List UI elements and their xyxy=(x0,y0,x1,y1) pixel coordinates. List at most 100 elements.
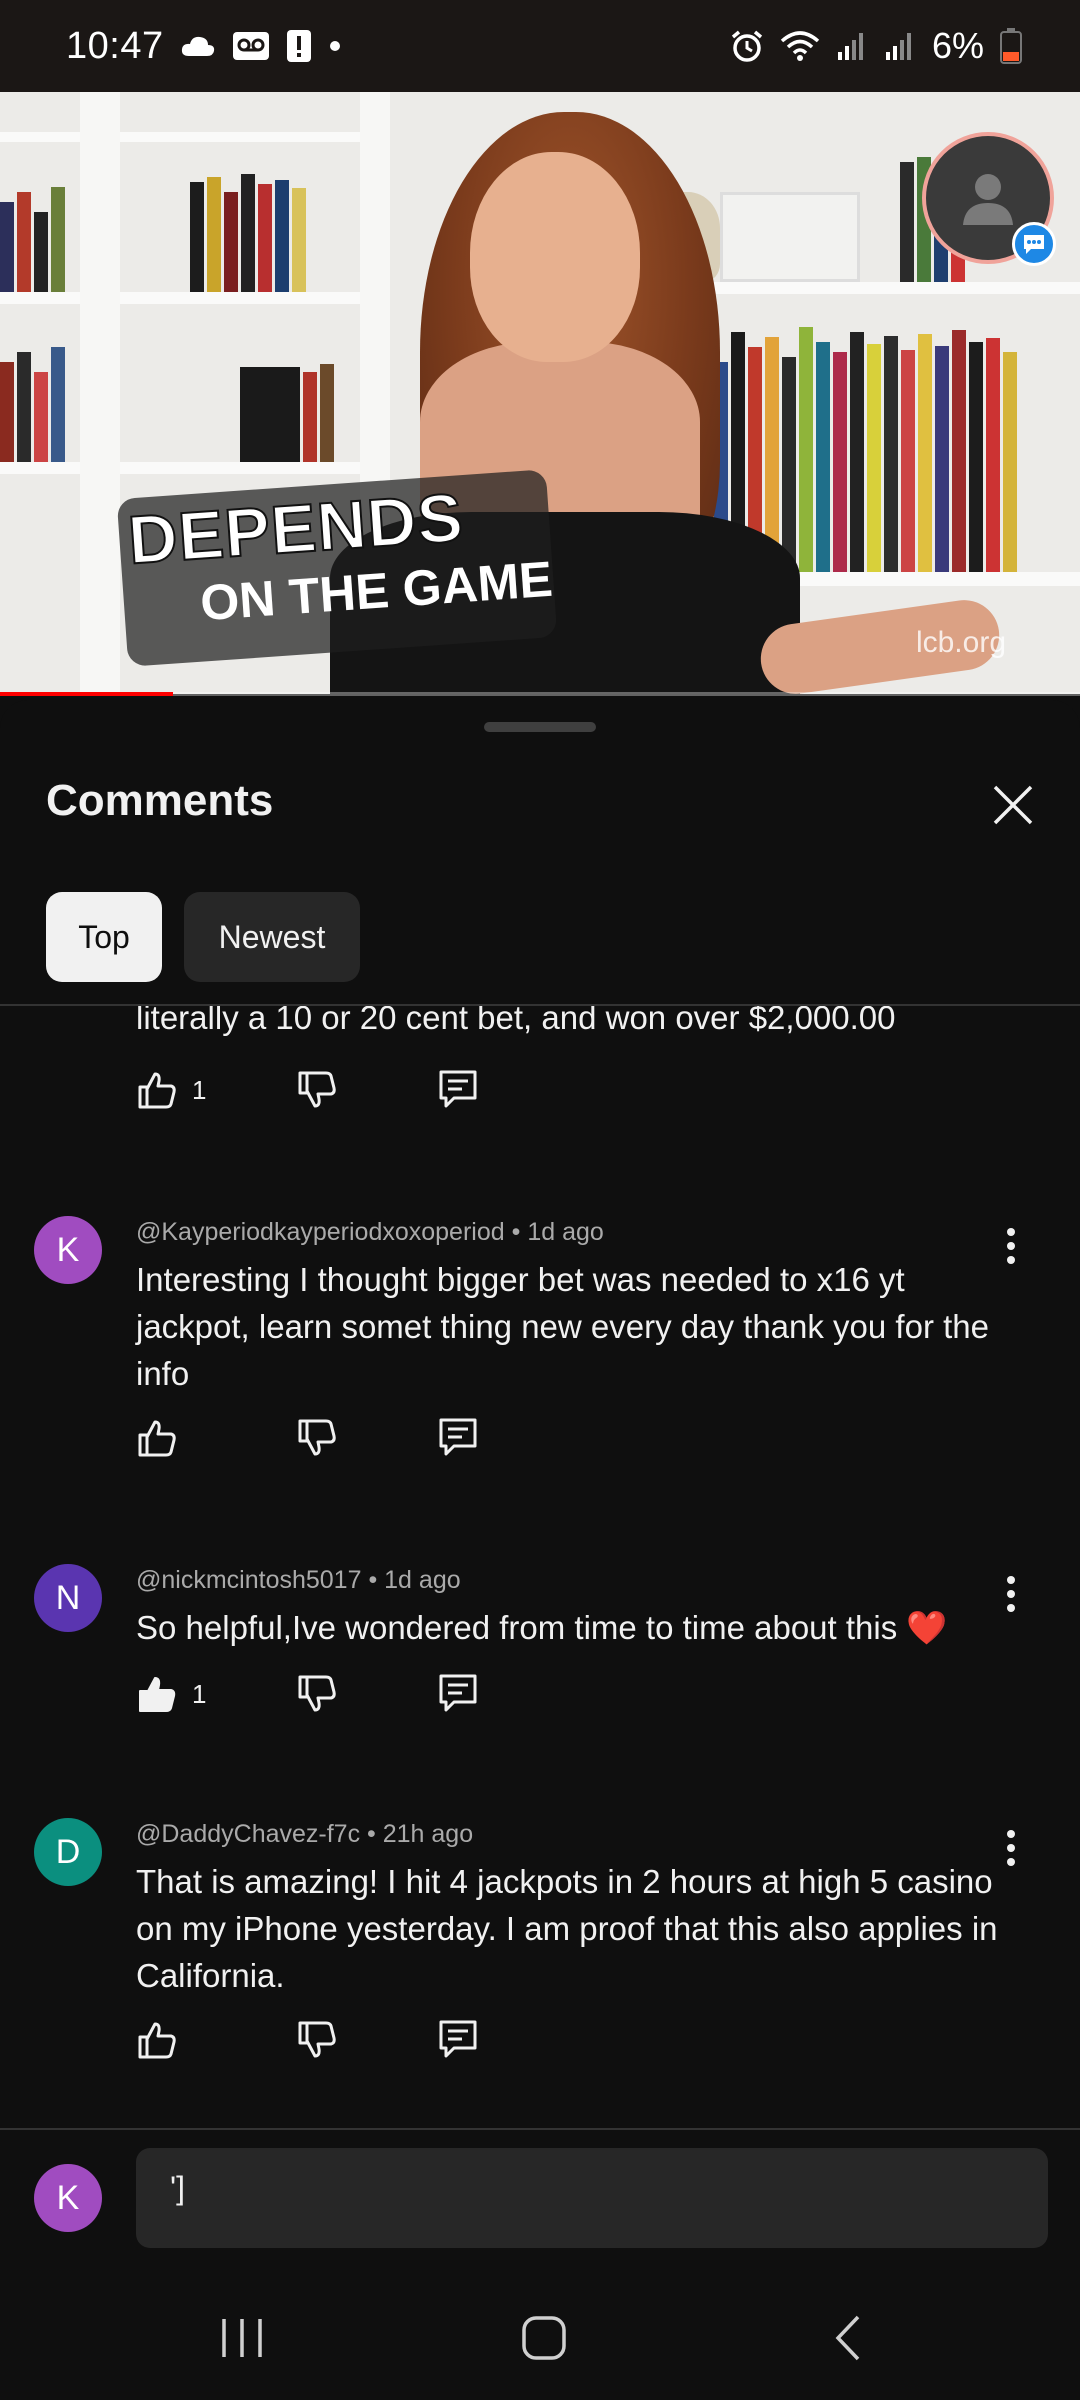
comment-item: N @nickmcintosh5017 • 1d ago So helpful,… xyxy=(0,1564,1080,1764)
battery-percent: 6% xyxy=(931,25,984,66)
comment-input-value: '] xyxy=(170,2170,185,2206)
comment-item: D @DaddyChavez-f7c • 21h ago That is ama… xyxy=(0,1818,1080,2118)
reply-button[interactable] xyxy=(438,2019,498,2061)
shelf-board xyxy=(0,132,380,142)
commenter-avatar[interactable]: N xyxy=(34,1564,102,1632)
back-icon xyxy=(835,2315,860,2361)
alarm-icon xyxy=(730,29,764,63)
comment-text: So helpful,Ive wondered from time to tim… xyxy=(136,1609,948,1646)
books xyxy=(0,182,65,292)
voicemail-icon xyxy=(232,31,270,61)
video-progress-bar[interactable] xyxy=(0,692,1080,696)
dislike-button[interactable] xyxy=(296,2019,438,2061)
avatar-letter: K xyxy=(56,2178,80,2217)
thumbs-up-filled-icon xyxy=(139,1677,176,1712)
status-time: 10:47 xyxy=(66,24,164,67)
reply-icon xyxy=(439,1674,477,1712)
recents-button[interactable] xyxy=(192,2306,292,2370)
alert-icon xyxy=(286,29,312,63)
thumbs-up-icon xyxy=(138,1072,176,1109)
wifi-icon xyxy=(780,30,820,62)
comment-actions xyxy=(136,2010,498,2070)
reply-icon xyxy=(439,2020,477,2058)
status-left: 10:47 xyxy=(66,25,342,68)
dot-icon xyxy=(328,39,342,53)
comment-author[interactable]: @Kayperiodkayperiodxoxoperiod xyxy=(136,1218,505,1246)
person-icon xyxy=(963,174,1013,225)
reply-icon xyxy=(439,1070,477,1108)
shelf-board xyxy=(0,462,380,474)
commenter-avatar[interactable]: D xyxy=(34,1818,102,1886)
dislike-button[interactable] xyxy=(296,1417,438,1459)
comments-title: Comments xyxy=(46,776,274,825)
comment-actions xyxy=(136,1408,498,1468)
thumbs-up-icon xyxy=(138,2022,176,2059)
recents-icon xyxy=(222,2319,262,2357)
avatar-letter: K xyxy=(56,1230,80,1269)
like-count: 1 xyxy=(192,1678,207,1709)
battery-icon xyxy=(1000,28,1022,64)
close-icon xyxy=(993,785,1033,825)
comment-actions: 1 xyxy=(136,1664,498,1724)
signal-icon xyxy=(836,30,868,62)
shelf-post xyxy=(80,92,120,694)
meta-separator: • xyxy=(368,1566,385,1594)
status-bar: 10:47 6% xyxy=(0,0,1080,92)
like-button[interactable]: 1 xyxy=(136,1069,296,1111)
user-avatar: K xyxy=(34,2164,102,2232)
comment-actions: 1 xyxy=(136,1060,498,1120)
thumbs-down-icon xyxy=(298,1675,336,1712)
like-button[interactable]: 1 xyxy=(136,1673,296,1715)
home-button[interactable] xyxy=(494,2306,594,2370)
comments-panel: Comments Top Newest literally a 10 or 20… xyxy=(0,700,1080,2130)
like-button[interactable] xyxy=(136,2019,296,2061)
books xyxy=(0,342,65,462)
thumbs-up-icon xyxy=(138,1420,176,1457)
reply-button[interactable] xyxy=(438,1673,498,1715)
meta-separator: • xyxy=(511,1218,528,1246)
reply-button[interactable] xyxy=(438,1417,498,1459)
home-icon xyxy=(522,2316,566,2360)
framed-photo xyxy=(720,192,860,282)
tab-newest[interactable]: Newest xyxy=(184,892,360,982)
comment-text: literally a 10 or 20 cent bet, and won o… xyxy=(136,1006,896,1036)
drag-handle[interactable] xyxy=(484,722,596,732)
video-watermark: lcb.org xyxy=(915,626,1006,659)
close-button[interactable] xyxy=(978,770,1048,840)
thumbs-down-icon xyxy=(298,1071,336,1108)
chat-badge-icon xyxy=(1012,222,1056,266)
signal-icon xyxy=(884,30,916,62)
video-player[interactable]: DEPENDS ON THE GAME lcb.org xyxy=(0,92,1080,694)
cloud-icon xyxy=(180,34,216,58)
avatar-letter: N xyxy=(55,1578,81,1617)
dislike-button[interactable] xyxy=(296,1069,438,1111)
comment-meta: @DaddyChavez-f7c • 21h ago xyxy=(136,1820,473,1849)
like-button[interactable] xyxy=(136,1417,296,1459)
commenter-avatar[interactable]: K xyxy=(34,1216,102,1284)
dislike-button[interactable] xyxy=(296,1673,438,1715)
comment-input[interactable]: '] xyxy=(136,2148,1048,2248)
comment-author[interactable]: @nickmcintosh5017 xyxy=(136,1566,362,1594)
video-progress-fill xyxy=(0,692,173,696)
comment-time: 1d ago xyxy=(527,1218,604,1246)
reply-button[interactable] xyxy=(438,1069,498,1111)
comments-list[interactable]: literally a 10 or 20 cent bet, and won o… xyxy=(0,1006,1080,2128)
comment-meta: @nickmcintosh5017 • 1d ago xyxy=(136,1566,461,1595)
tab-top[interactable]: Top xyxy=(46,892,162,982)
system-nav-bar xyxy=(0,2276,1080,2400)
comment-text: That is amazing! I hit 4 jackpots in 2 h… xyxy=(136,1863,998,1994)
books xyxy=(240,362,334,462)
reply-icon xyxy=(439,1418,477,1456)
thumbs-down-icon xyxy=(298,1419,336,1456)
comment-time: 21h ago xyxy=(382,1820,474,1848)
like-count: 1 xyxy=(192,1074,207,1105)
comment-author[interactable]: @DaddyChavez-f7c xyxy=(136,1820,360,1848)
comment-item: K @Kayperiodkayperiodxoxoperiod • 1d ago… xyxy=(0,1216,1080,1516)
comment-time: 1d ago xyxy=(384,1566,461,1594)
comment-text: Interesting I thought bigger bet was nee… xyxy=(136,1261,989,1392)
comment-composer: K '] xyxy=(0,2130,1080,2276)
presenter-face xyxy=(470,152,640,362)
meta-separator: • xyxy=(367,1820,383,1848)
avatar-letter: D xyxy=(55,1832,81,1871)
back-button[interactable] xyxy=(798,2306,898,2370)
